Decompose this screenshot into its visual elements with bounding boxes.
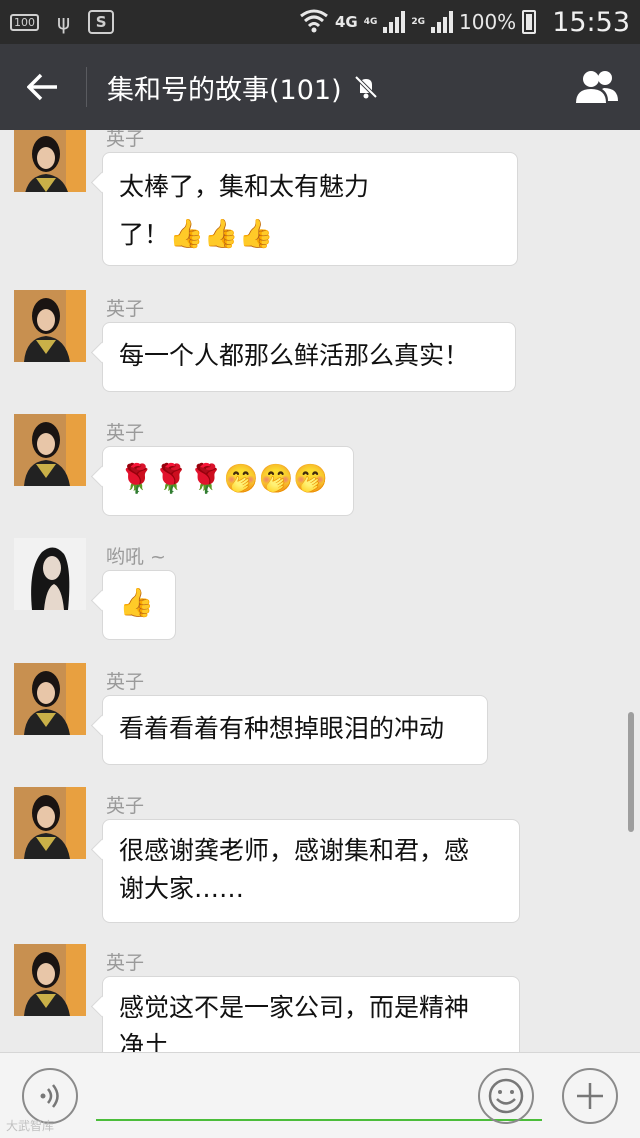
message-bubble[interactable]: 看着看着有种想掉眼泪的冲动 [102,695,488,765]
clock: 15:53 [552,6,630,38]
plus-icon [577,1083,603,1109]
chat-header: 集和号的故事(101) [0,44,640,130]
group-name: 集和号的故事(101) [107,74,342,106]
back-button[interactable] [0,44,86,130]
message-bubble[interactable]: 感觉这不是一家公司，而是精神 净土 [102,976,520,1052]
sender-name: 英子 [106,130,145,150]
voice-icon [40,1084,59,1108]
message-text-line: 感觉这不是一家公司，而是精神 [119,993,470,1022]
sender-name: 英子 [106,422,145,444]
avatar[interactable] [14,538,86,610]
sender-name: 英子 [106,952,145,974]
battery-percent: 100% [459,10,517,34]
message-bubble[interactable]: 很感谢龚老师，感谢集和君，感 谢大家…… [102,819,520,923]
chat-input-bar: 大武智库 [0,1052,640,1138]
message-text-line: 了！ [119,220,170,249]
avatar[interactable] [14,787,86,859]
message-bubble[interactable]: 每一个人都那么鲜活那么真实！ [102,322,516,392]
rose-and-hug-emoji: 🌹🌹🌹🤭🤭🤭 [119,462,329,495]
thumbs-up-emoji: 👍 [119,586,154,619]
sender-name: 哟吼 ~ [106,546,166,568]
sim1-label: 4G [363,17,378,27]
message-input[interactable] [96,1119,542,1121]
message-text-line: 谢大家…… [119,874,245,903]
usb-icon: ψ [57,10,71,34]
back-arrow-icon [27,73,57,101]
group-members-button[interactable] [554,44,640,130]
message-text-line: 看着看着有种想掉眼泪的冲动 [119,714,445,743]
message-bubble[interactable]: 👍 [102,570,176,640]
avatar[interactable] [14,414,86,486]
watermark: 大武智库 [6,1119,55,1133]
sender-name: 英子 [106,671,145,693]
app-notification-icon: S [88,10,115,34]
sender-name: 英子 [106,795,145,817]
avatar[interactable] [14,944,86,1016]
emoji-icon [488,1078,524,1114]
status-bar: 100 ψ S 4G 4G 2G 100% 15:53 [0,0,640,44]
network-type: 4G [334,13,358,31]
voice-button[interactable] [22,1068,78,1124]
scrollbar[interactable] [628,712,634,832]
chat-title: 集和号的故事(101) [107,68,380,107]
sender-name: 英子 [106,298,145,320]
wifi-icon [299,6,329,38]
header-divider [86,67,87,107]
message-text-line: 每一个人都那么鲜活那么真实！ [119,341,470,370]
signal-icon-2 [431,11,453,33]
notification-count-icon: 100 [10,13,39,31]
mute-bell-icon [354,75,378,99]
message-text-line: 净土 [119,1031,170,1052]
message-bubble[interactable]: 🌹🌹🌹🤭🤭🤭 [102,446,354,516]
thumbs-up-emoji: 👍👍👍 [169,217,274,250]
message-text-line: 太棒了，集和太有魅力 [119,172,370,201]
group-members-icon [576,71,618,103]
chat-message-list[interactable]: 英子 太棒了，集和太有魅力 了！👍👍👍 英子 每一个人都那么鲜活那么真实！ 英子… [0,130,640,1052]
battery-icon [522,10,537,34]
signal-icon [383,11,406,33]
sim2-label: 2G [411,17,425,27]
emoji-button[interactable] [478,1068,534,1124]
message-text-line: 很感谢龚老师，感谢集和君，感 [119,836,470,865]
avatar[interactable] [14,663,86,735]
more-button[interactable] [562,1068,618,1124]
message-bubble[interactable]: 太棒了，集和太有魅力 了！👍👍👍 [102,152,518,266]
avatar[interactable] [14,130,86,192]
avatar[interactable] [14,290,86,362]
